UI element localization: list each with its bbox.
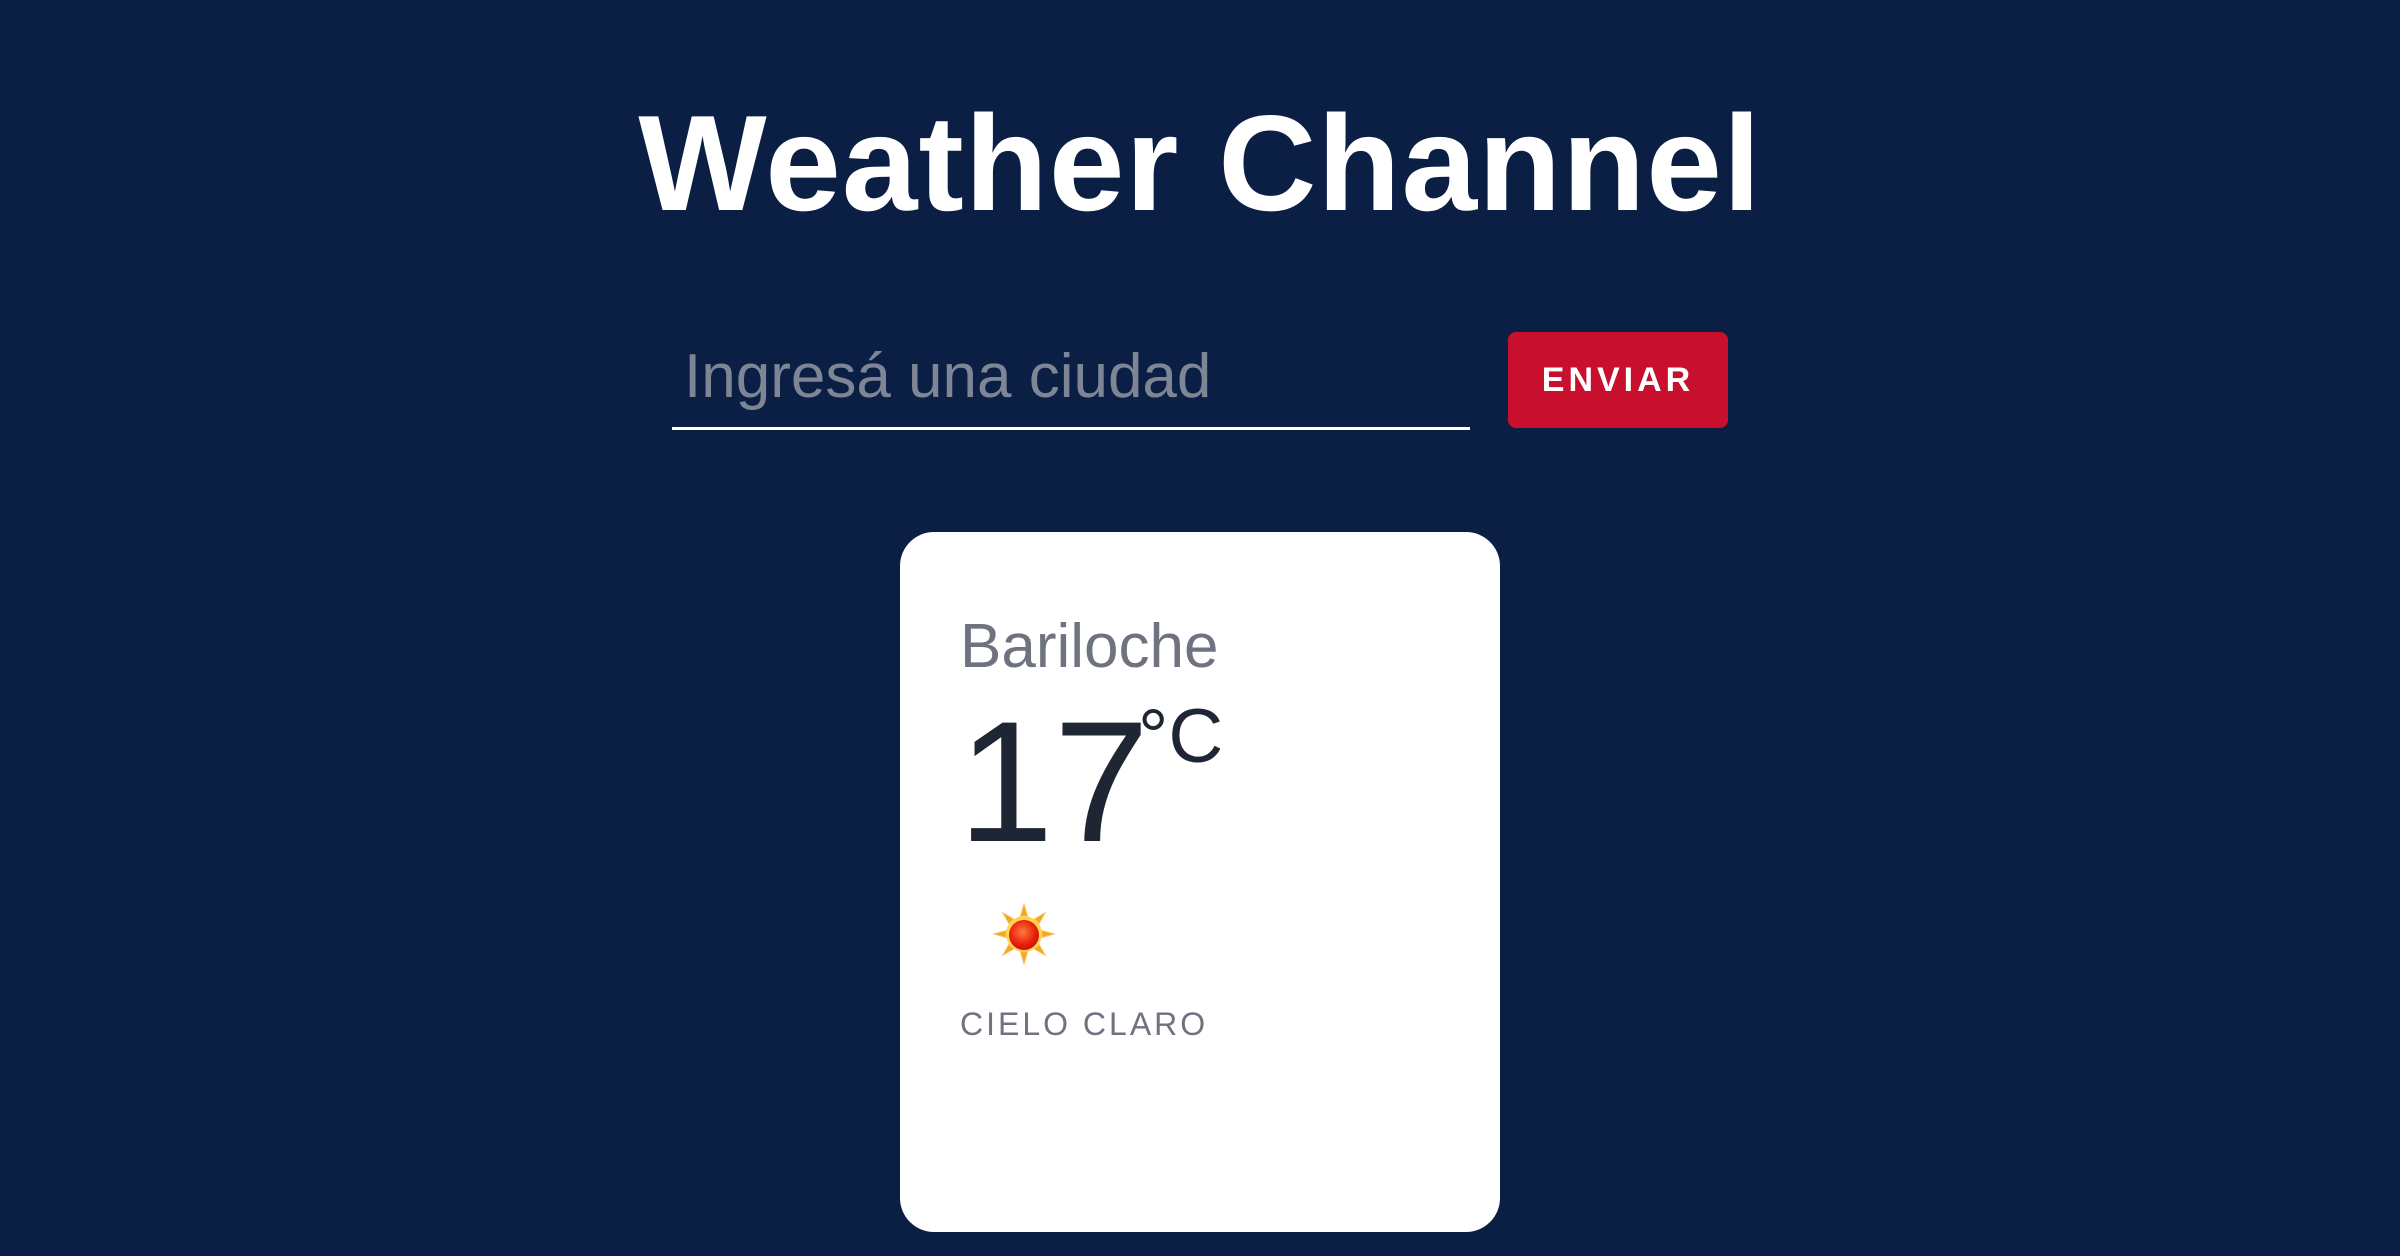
city-name: Bariloche	[960, 612, 1219, 681]
send-button[interactable]: ENVIAR	[1508, 332, 1728, 428]
sun-icon	[992, 902, 1056, 966]
page-title: Weather Channel	[638, 87, 1762, 239]
temperature-unit: °C	[1138, 694, 1224, 779]
temperature-value: 17	[958, 686, 1150, 878]
city-search-input[interactable]	[672, 326, 1470, 430]
city-search-form: ENVIAR	[672, 326, 1728, 432]
weather-card: Bariloche 17 °C CIELO CLARO	[900, 532, 1500, 1232]
weather-description: CIELO CLARO	[960, 1006, 1209, 1042]
